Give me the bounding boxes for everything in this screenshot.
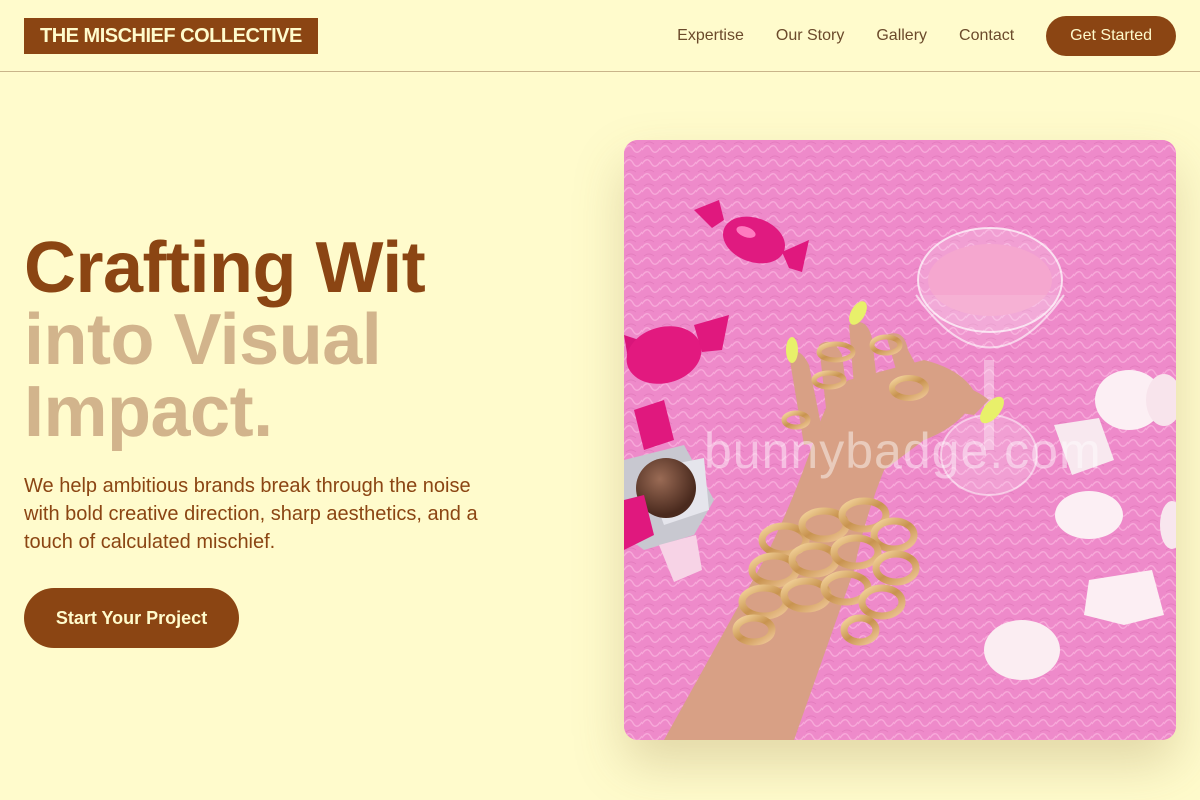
nav-link-expertise[interactable]: Expertise (677, 27, 744, 45)
hero-title-line-2: into Visual (24, 300, 382, 380)
hero-image: bunnybadge.com (624, 140, 1176, 740)
image-watermark: bunnybadge.com (704, 423, 1102, 479)
hero-title: Crafting Wit into Visual Impact. (24, 228, 426, 452)
get-started-button[interactable]: Get Started (1046, 16, 1176, 56)
nav-link-our-story[interactable]: Our Story (776, 27, 844, 45)
hero-description: We help ambitious brands break through t… (24, 475, 478, 553)
start-project-button[interactable]: Start Your Project (24, 588, 239, 648)
hero-title-line-3: Impact. (24, 372, 273, 452)
logo[interactable]: THE MISCHIEF COLLECTIVE (24, 18, 318, 54)
main-nav: Expertise Our Story Gallery Contact Get … (677, 0, 1176, 72)
site-header: THE MISCHIEF COLLECTIVE Expertise Our St… (0, 0, 1200, 72)
hero-title-line-1: Crafting Wit (24, 228, 426, 308)
nav-link-contact[interactable]: Contact (959, 27, 1014, 45)
nav-link-gallery[interactable]: Gallery (876, 27, 927, 45)
